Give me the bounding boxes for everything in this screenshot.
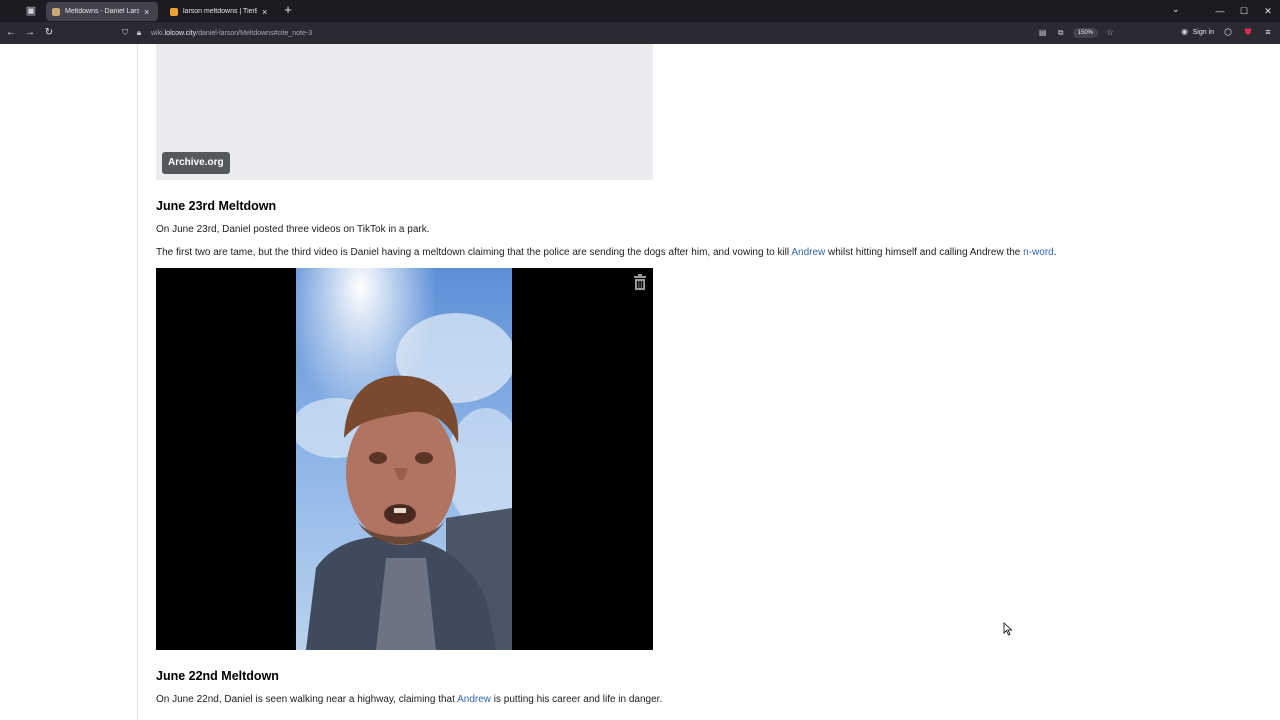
reader-view-icon[interactable]: ▤ [1037,26,1049,40]
trash-icon[interactable] [633,274,647,290]
video-player[interactable] [156,268,653,650]
maximize-icon[interactable]: ☐ [1232,0,1256,22]
section-heading-june-23: June 23rd Meltdown [156,199,277,213]
lock-icon[interactable]: 🔒︎ [132,26,146,40]
page-viewport: Archive.org June 23rd Meltdown On June 2… [0,44,1280,720]
address-bar[interactable]: ⛉ 🔒︎ wiki.lolcow.city/daniel-larson/Melt… [118,25,1122,41]
archived-embed[interactable]: Archive.org [156,44,653,180]
extensions-icon[interactable]: ⬡ [1222,25,1234,39]
mouse-cursor-icon [1003,622,1013,636]
sidebar-divider [137,44,138,720]
account-icon: ◉ [1181,27,1189,36]
video-frame[interactable] [296,268,512,650]
shield-icon[interactable]: ⛉ [118,26,132,40]
zoom-level-badge[interactable]: 150% [1072,28,1098,38]
andrew-link[interactable]: Andrew [791,247,825,258]
back-icon[interactable]: ← [4,26,18,40]
bookmark-star-icon[interactable]: ☆ [1104,26,1116,40]
section-heading-june-22: June 22nd Meltdown [156,669,279,683]
site-favicon-icon [52,7,60,16]
tab-title: Meltdowns - Daniel Larson Wi [65,8,139,15]
toolbar-right: ◉ Sign in ⬡ ⛊ ≡ [1180,25,1274,39]
site-favicon-icon [170,7,178,16]
reload-icon[interactable]: ↻ [42,26,56,40]
tab-tierbuddy[interactable]: larson meltdowns | TierBuddy × [164,2,276,21]
tab-bar: ▣ Meltdowns - Daniel Larson Wi × larson … [0,0,1280,22]
chevron-down-icon[interactable]: ⌄ [1172,4,1180,15]
sign-in-button[interactable]: ◉ Sign in [1180,25,1214,39]
ublock-icon[interactable]: ⛊ [1242,25,1254,39]
andrew-link[interactable]: Andrew [457,694,491,705]
window-controls: — ☐ ✕ [1208,0,1280,22]
picture-in-picture-icon[interactable]: ⧉ [1055,26,1067,40]
address-bar-actions: ▤ ⧉ 150% ☆ [1037,26,1116,40]
minimize-icon[interactable]: — [1208,0,1232,22]
close-tab-icon[interactable]: × [262,7,270,16]
paragraph: The first two are tame, but the third vi… [156,247,1057,258]
paragraph: On June 22nd, Daniel is seen walking nea… [156,694,663,705]
new-tab-icon[interactable]: + [281,3,295,17]
url-text[interactable]: wiki.lolcow.city/daniel-larson/Meltdowns… [151,30,312,37]
forward-icon[interactable]: → [23,26,37,40]
navigation-bar: ← → ↻ ⛉ 🔒︎ wiki.lolcow.city/daniel-larso… [0,22,1280,44]
tab-overview-icon[interactable]: ▣ [24,4,38,18]
close-tab-icon[interactable]: × [144,7,152,16]
video-thumbnail [296,268,512,650]
n-word-link[interactable]: n-word [1023,247,1054,258]
menu-icon[interactable]: ≡ [1262,25,1274,39]
archive-badge[interactable]: Archive.org [162,152,230,174]
tab-meltdowns[interactable]: Meltdowns - Daniel Larson Wi × [46,2,158,21]
paragraph: On June 23rd, Daniel posted three videos… [156,224,430,235]
close-window-icon[interactable]: ✕ [1256,0,1280,22]
sign-in-label: Sign in [1192,28,1214,36]
tab-title: larson meltdowns | TierBuddy [183,8,257,15]
